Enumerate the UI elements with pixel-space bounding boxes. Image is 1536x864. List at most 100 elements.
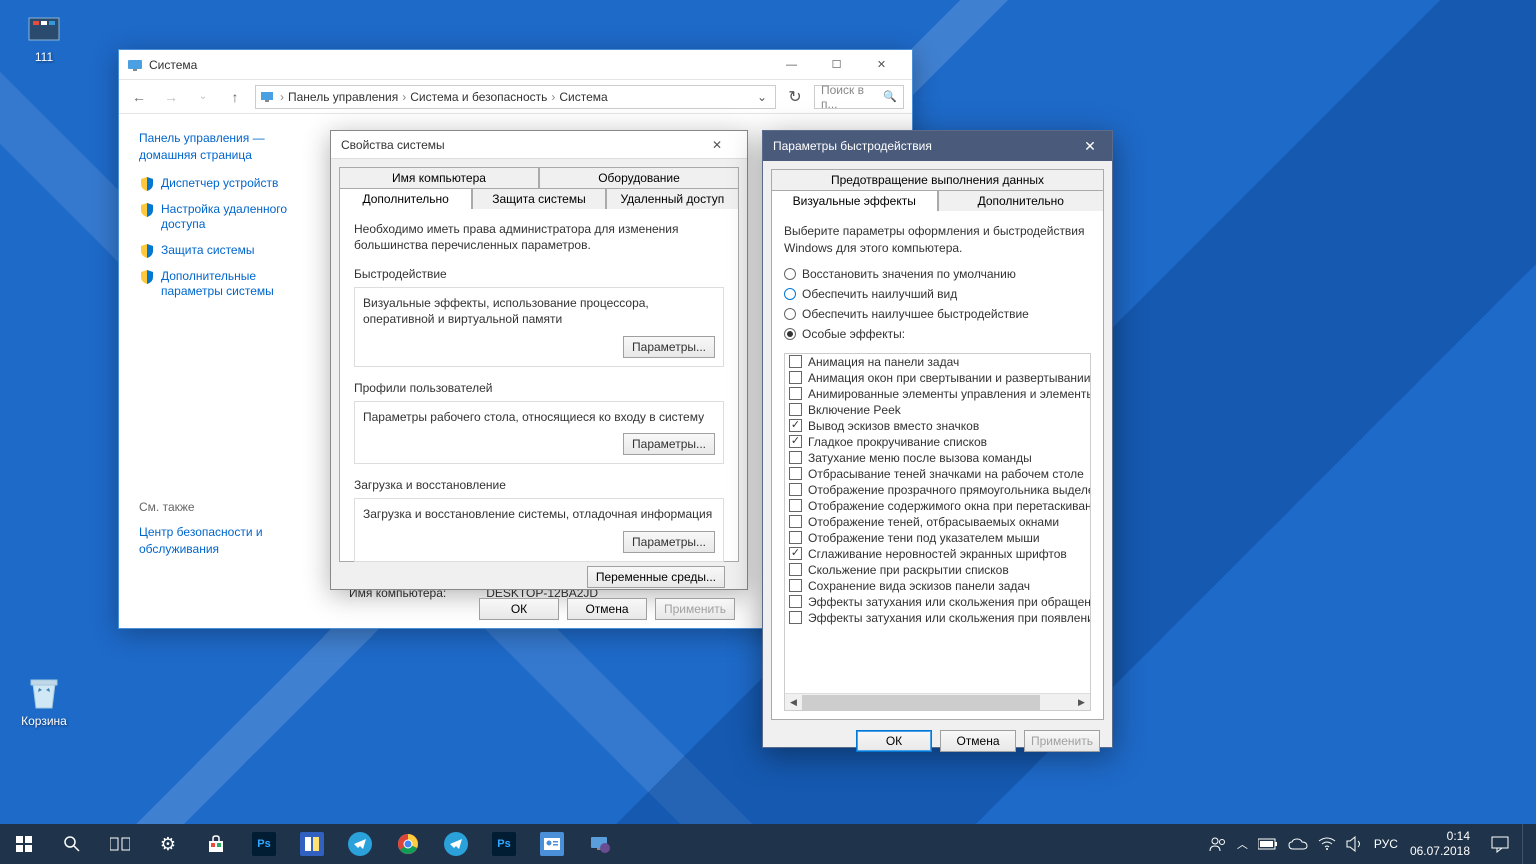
sidebar-link-remote[interactable]: Настройка удаленного доступа [139,202,317,233]
wifi-icon[interactable] [1318,837,1336,851]
titlebar[interactable]: Параметры быстродействия ✕ [763,131,1112,161]
scroll-thumb[interactable] [802,695,1040,710]
scroll-right-icon[interactable]: ▶ [1073,694,1090,711]
action-center-button[interactable] [1478,824,1522,864]
nav-forward[interactable]: → [159,85,183,109]
store-button[interactable] [192,824,240,864]
checkbox-icon [789,419,802,432]
close-button[interactable]: ✕ [859,50,904,79]
tab-advanced[interactable]: Дополнительно [938,190,1105,211]
ok-button[interactable]: ОК [856,730,932,752]
close-button[interactable]: ✕ [697,132,737,158]
shield-icon [139,269,155,285]
search-input[interactable]: Поиск в п... 🔍 [814,85,904,109]
titlebar[interactable]: Свойства системы ✕ [331,131,747,159]
check-row[interactable]: Гладкое прокручивание списков [785,434,1090,450]
language-indicator[interactable]: РУС [1374,837,1398,851]
settings-button[interactable]: ⚙ [144,824,192,864]
onedrive-icon[interactable] [1288,837,1308,851]
taskbar-app-ps2[interactable]: Ps [480,824,528,864]
nav-up[interactable]: ↑ [223,85,247,109]
apply-button[interactable]: Применить [1024,730,1100,752]
breadcrumb-item[interactable]: Система и безопасность [410,90,547,104]
group-desc: Визуальные эффекты, использование процес… [363,296,715,327]
nav-back[interactable]: ← [127,85,151,109]
taskbar-app-system[interactable] [576,824,624,864]
radio-best-performance[interactable]: Обеспечить наилучшее быстродействие [784,307,1091,321]
check-row[interactable]: Сохранение вида эскизов панели задач [785,578,1090,594]
nav-recent[interactable]: ⌄ [191,85,215,109]
cancel-button[interactable]: Отмена [940,730,1016,752]
sidebar-link-advanced[interactable]: Дополнительные параметры системы [139,269,317,300]
check-row[interactable]: Эффекты затухания или скольжения при поя… [785,610,1090,626]
radio-best-appearance[interactable]: Обеспечить наилучший вид [784,287,1091,301]
check-row[interactable]: Эффекты затухания или скольжения при обр… [785,594,1090,610]
horizontal-scrollbar[interactable]: ◀ ▶ [785,693,1090,710]
check-row[interactable]: Скольжение при раскрытии списков [785,562,1090,578]
check-row[interactable]: Отображение прозрачного прямоугольника в… [785,482,1090,498]
breadcrumb[interactable]: › Панель управления › Система и безопасн… [255,85,776,109]
apply-button[interactable]: Применить [655,598,735,620]
taskbar-app-telegram[interactable] [336,824,384,864]
tab-dep[interactable]: Предотвращение выполнения данных [771,169,1104,190]
tab-remote[interactable]: Удаленный доступ [606,188,739,209]
startup-settings-button[interactable]: Параметры... [623,531,715,553]
tab-computer-name[interactable]: Имя компьютера [339,167,539,188]
taskbar-app-totalcmd[interactable] [288,824,336,864]
check-row[interactable]: Затухание меню после вызова команды [785,450,1090,466]
search-button[interactable] [48,824,96,864]
start-button[interactable] [0,824,48,864]
clock[interactable]: 0:14 06.07.2018 [1406,829,1478,859]
show-desktop-button[interactable] [1522,824,1536,864]
performance-settings-button[interactable]: Параметры... [623,336,715,358]
sidebar-see-also-link[interactable]: Центр безопасности и обслуживания [139,524,317,558]
check-row[interactable]: Анимация окон при свертывании и разверты… [785,370,1090,386]
pc-icon [260,89,276,105]
check-row[interactable]: Сглаживание неровностей экранных шрифтов [785,546,1090,562]
sidebar-link-devmgr[interactable]: Диспетчер устройств [139,176,317,192]
volume-icon[interactable] [1346,836,1364,852]
check-row[interactable]: Анимированные элементы управления и элем… [785,386,1090,402]
desktop-icon-recycle[interactable]: Корзина [6,670,82,728]
breadcrumb-dropdown[interactable]: ⌄ [757,90,767,104]
check-row[interactable]: Отображение содержимого окна при перетас… [785,498,1090,514]
profiles-settings-button[interactable]: Параметры... [623,433,715,455]
maximize-button[interactable]: ☐ [814,50,859,79]
tab-protection[interactable]: Защита системы [472,188,605,209]
taskbar-app-ps[interactable]: Ps [240,824,288,864]
radio-restore-defaults[interactable]: Восстановить значения по умолчанию [784,267,1091,281]
tab-advanced[interactable]: Дополнительно [339,188,472,209]
check-row[interactable]: Отбрасывание теней значками на рабочем с… [785,466,1090,482]
folder-icon [23,6,65,48]
check-row[interactable]: Вывод эскизов вместо значков [785,418,1090,434]
check-row[interactable]: Отображение тени под указателем мыши [785,530,1090,546]
radio-custom[interactable]: Особые эффекты: [784,327,1091,341]
close-button[interactable]: ✕ [1068,131,1112,161]
people-icon[interactable] [1209,835,1227,853]
taskbar-app-telegram2[interactable] [432,824,480,864]
check-row[interactable]: Отображение теней, отбрасываемых окнами [785,514,1090,530]
sidebar-link-protection[interactable]: Защита системы [139,243,317,259]
tab-hardware[interactable]: Оборудование [539,167,739,188]
taskbar-app-contacts[interactable] [528,824,576,864]
breadcrumb-item[interactable]: Панель управления [288,90,398,104]
ok-button[interactable]: ОК [479,598,559,620]
navbar: ← → ⌄ ↑ › Панель управления › Система и … [119,80,912,114]
minimize-button[interactable]: — [769,50,814,79]
sidebar-home-link[interactable]: Панель управления — домашняя страница [139,130,317,164]
check-row[interactable]: Включение Peek [785,402,1090,418]
cancel-button[interactable]: Отмена [567,598,647,620]
breadcrumb-item[interactable]: Система [559,90,607,104]
check-label: Затухание меню после вызова команды [808,451,1032,465]
scroll-left-icon[interactable]: ◀ [785,694,802,711]
taskbar-app-chrome[interactable] [384,824,432,864]
titlebar[interactable]: Система — ☐ ✕ [119,50,912,80]
taskview-button[interactable] [96,824,144,864]
environment-variables-button[interactable]: Переменные среды... [587,566,725,588]
battery-icon[interactable] [1258,838,1278,850]
desktop-icon-111[interactable]: 111 [6,6,82,64]
check-row[interactable]: Анимация на панели задач [785,354,1090,370]
refresh-button[interactable]: ↻ [784,86,806,108]
tray-chevron-icon[interactable]: ︿ [1237,836,1248,852]
tab-visual-effects[interactable]: Визуальные эффекты [771,190,938,211]
